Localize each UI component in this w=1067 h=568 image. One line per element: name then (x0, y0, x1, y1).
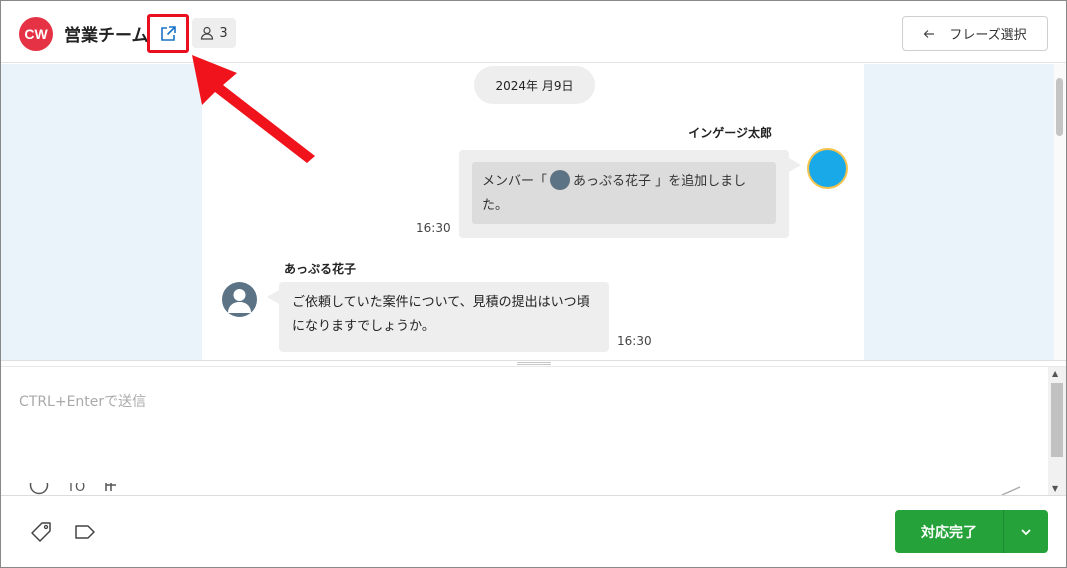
message-input[interactable] (1, 367, 1048, 479)
label-button[interactable] (73, 520, 97, 544)
timeline-scrollbar[interactable] (1054, 64, 1066, 360)
person-silhouette-icon (228, 289, 251, 313)
chat-timeline[interactable]: 2024年 月9日 インゲージ太郎 メンバー「 あっぷる花子 」を追加しました。 … (1, 64, 1054, 360)
message-sender: あっぷる花子 (284, 262, 357, 276)
footer-bar: 対応完了 (1, 495, 1066, 567)
avatar-member[interactable] (222, 282, 257, 317)
to-button[interactable]: TO (67, 483, 85, 495)
composer-toolbar: TO (29, 483, 119, 495)
pane-resize-handle[interactable] (1, 360, 1066, 367)
scroll-down-icon[interactable]: ▼ (1052, 484, 1058, 493)
message-bubble: ご依頼していた案件について、見積の提出はいつ頃になりますでしょうか。 (267, 282, 609, 352)
message-bubble-own: メンバー「 あっぷる花子 」を追加しました。 (459, 150, 801, 238)
message-time: 16:30 (617, 334, 652, 348)
member-avatar-icon (550, 169, 571, 190)
notice-text-before: メンバー「 (482, 174, 548, 189)
external-link-icon (161, 25, 176, 41)
avatar-own[interactable] (809, 150, 846, 187)
system-notice: メンバー「 あっぷる花子 」を追加しました。 (472, 162, 776, 224)
open-external-button[interactable] (147, 14, 189, 53)
emoji-icon[interactable] (29, 483, 49, 495)
tag-button[interactable] (29, 520, 53, 544)
room-logo: CW (19, 17, 53, 51)
room-title: 営業チーム (64, 26, 149, 46)
resize-grip-icon (517, 362, 551, 365)
complete-button[interactable]: 対応完了 (895, 510, 1004, 553)
complete-button-group: 対応完了 (895, 510, 1048, 553)
members-button[interactable]: 3 (192, 18, 236, 48)
arrow-left-icon (923, 29, 935, 38)
message-time: 16:30 (416, 221, 451, 235)
message-sender: インゲージ太郎 (688, 126, 772, 140)
person-icon (201, 26, 214, 40)
phrase-select-label: フレーズ選択 (949, 28, 1027, 43)
chevron-down-icon (1021, 528, 1031, 535)
label-icon (75, 525, 95, 539)
scrollbar-thumb[interactable] (1056, 78, 1063, 136)
scroll-up-icon[interactable]: ▲ (1052, 369, 1058, 378)
scrollbar-thumb[interactable] (1051, 383, 1063, 457)
quote-icon[interactable] (103, 483, 119, 493)
member-count: 3 (219, 25, 228, 41)
message-composer: TO (1, 367, 1048, 495)
complete-dropdown-button[interactable] (1004, 510, 1048, 553)
tag-icon (31, 522, 51, 542)
phrase-select-button[interactable]: フレーズ選択 (902, 16, 1048, 51)
composer-scrollbar[interactable]: ▲ ▼ (1048, 367, 1066, 495)
date-separator: 2024年 月9日 (474, 66, 595, 104)
send-icon[interactable] (1001, 486, 1021, 495)
room-header: CW 営業チーム 3 フレーズ選択 (1, 1, 1066, 63)
